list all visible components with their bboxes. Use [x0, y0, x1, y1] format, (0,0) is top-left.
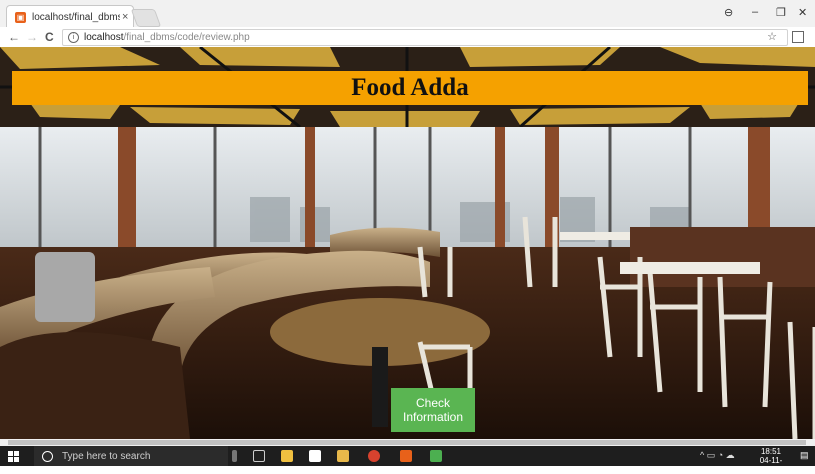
system-tray-icons[interactable]: ^ ▭ ◔ ☁ — [700, 450, 735, 461]
back-arrow-icon[interactable]: ← — [8, 30, 20, 44]
url-host: localhost — [84, 32, 124, 43]
browser-tab-bar: ▣ localhost/final_dbms/co × ⊖ – ❐ ✕ — [0, 0, 815, 28]
task-view-icon[interactable] — [253, 450, 265, 462]
minimize-button[interactable]: – — [752, 6, 758, 18]
check-information-button[interactable]: Check Information — [391, 388, 475, 432]
address-bar-row: ← → C i localhost/final_dbms/code/review… — [0, 27, 815, 48]
browser-menu-icon[interactable] — [792, 31, 804, 43]
url-path: /final_dbms/code/review.php — [123, 32, 250, 43]
site-info-icon[interactable]: i — [68, 32, 79, 43]
check-button-line2: Information — [402, 410, 464, 424]
microphone-icon[interactable] — [232, 450, 237, 462]
xampp-icon[interactable] — [400, 450, 412, 462]
tab-close-icon[interactable]: × — [122, 11, 128, 23]
site-header-banner: Food Adda — [12, 71, 808, 105]
windows-taskbar: Type here to search ^ ▭ ◔ ☁ 18:51 04-11-… — [0, 446, 815, 474]
horizontal-scrollbar[interactable] — [0, 439, 815, 446]
url-text: localhost/final_dbms/code/review.php — [84, 32, 250, 43]
check-button-line1: Check — [415, 396, 450, 410]
store-bag-icon[interactable] — [281, 450, 293, 462]
taskbar-search-input[interactable]: Type here to search — [34, 446, 228, 466]
mail-icon[interactable] — [309, 450, 321, 462]
restore-button[interactable]: ❐ — [776, 6, 786, 19]
cortana-circle-icon — [42, 450, 53, 462]
bookmark-star-icon[interactable]: ☆ — [767, 30, 777, 43]
clock-date: 04-11-2017 — [759, 456, 783, 474]
tab-title: localhost/final_dbms/co — [32, 11, 120, 23]
forward-arrow-icon[interactable]: → — [26, 30, 38, 44]
site-favicon-icon: ▣ — [15, 11, 26, 23]
close-window-button[interactable]: ✕ — [798, 6, 807, 19]
browser-tab[interactable]: ▣ localhost/final_dbms/co × — [6, 5, 134, 28]
chrome-icon[interactable] — [368, 450, 380, 462]
clock-time: 18:51 — [760, 447, 782, 456]
taskbar-clock[interactable]: 18:51 04-11-2017 — [754, 447, 788, 474]
url-input[interactable]: i localhost/final_dbms/code/review.php ☆ — [62, 29, 788, 46]
app-icon[interactable] — [430, 450, 442, 462]
page-title: Food Adda — [351, 74, 469, 101]
scrollbar-thumb[interactable] — [8, 440, 806, 445]
page-content: Food Adda Check Information — [0, 47, 815, 439]
account-icon[interactable]: ⊖ — [724, 6, 733, 19]
restaurant-background-image — [0, 47, 815, 439]
new-tab-button[interactable] — [130, 9, 162, 27]
file-explorer-icon[interactable] — [337, 450, 349, 462]
windows-start-icon[interactable] — [8, 451, 19, 462]
notification-icon[interactable]: ▤ — [800, 450, 809, 461]
search-placeholder: Type here to search — [62, 450, 151, 462]
reload-icon[interactable]: C — [45, 30, 54, 44]
